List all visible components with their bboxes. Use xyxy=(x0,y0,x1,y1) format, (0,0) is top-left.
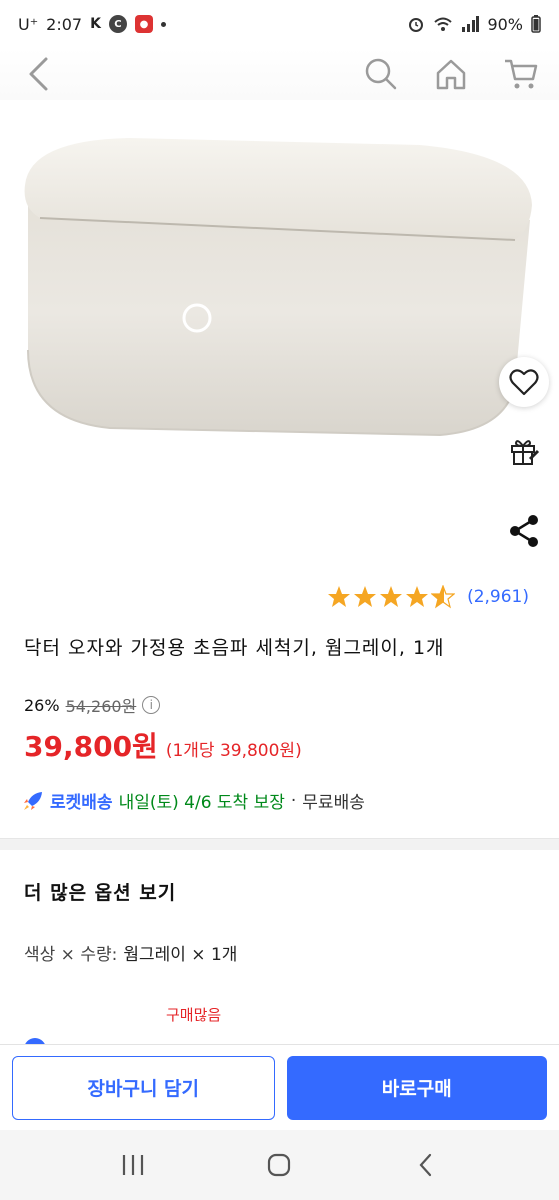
star-icon xyxy=(380,586,403,607)
popular-badge: 구매많음 xyxy=(166,1006,222,1024)
notification-app-icon: ● xyxy=(134,15,153,33)
gift-button[interactable] xyxy=(502,429,546,473)
option-label: 색상 × 수량: xyxy=(24,945,118,965)
buy-now-button[interactable]: 바로구매 xyxy=(286,1055,547,1120)
discount-rate: 26% xyxy=(24,695,60,715)
selected-option[interactable]: 색상 × 수량: 웜그레이 × 1개 xyxy=(24,940,237,965)
recent-apps-button[interactable] xyxy=(108,1140,158,1190)
unit-price: (1개당 39,800원) xyxy=(165,741,302,761)
free-shipping-label: 무료배송 xyxy=(302,793,365,813)
price-row: 39,800원 (1개당 39,800원) xyxy=(24,725,302,765)
wishlist-button[interactable] xyxy=(499,357,549,407)
info-icon[interactable]: i xyxy=(142,696,161,714)
star-icon xyxy=(328,586,351,607)
vpn-key-icon: K xyxy=(90,16,101,32)
rocket-delivery-label: 로켓배송 xyxy=(50,793,113,813)
add-to-cart-button[interactable]: 장바구니 담기 xyxy=(12,1055,275,1120)
share-button[interactable] xyxy=(502,509,546,553)
product-title: 닥터 오자와 가정용 초음파 세척기, 웜그레이, 1개 xyxy=(24,637,445,659)
original-price: 54,260원 xyxy=(65,697,137,716)
status-bar: U⁺ 2:07 K C ● 90% xyxy=(0,0,559,48)
system-navigation-bar xyxy=(0,1130,559,1200)
battery-percent: 90% xyxy=(487,14,523,34)
status-left: U⁺ 2:07 K C ● xyxy=(18,15,166,34)
discount-row: 26% 54,260원 i xyxy=(24,693,161,717)
section-divider xyxy=(0,838,559,850)
c-app-icon: C xyxy=(108,15,127,33)
back-button[interactable] xyxy=(18,54,58,94)
delivery-separator: · xyxy=(290,790,297,811)
sale-price: 39,800원 xyxy=(24,730,158,763)
home-button[interactable] xyxy=(431,54,471,94)
rocket-icon xyxy=(24,791,42,810)
home-system-button[interactable] xyxy=(254,1140,304,1190)
back-system-button[interactable] xyxy=(401,1140,451,1190)
star-icon xyxy=(406,586,429,607)
dot-icon xyxy=(160,21,166,27)
heart-icon xyxy=(509,369,539,396)
product-image-area[interactable] xyxy=(0,100,559,580)
back-arrow-icon xyxy=(29,57,48,91)
search-button[interactable] xyxy=(361,54,401,94)
more-options-title[interactable]: 더 많은 옵션 보기 xyxy=(24,878,176,905)
delivery-info: 로켓배송 내일(토) 4/6 도착 보장 · 무료배송 xyxy=(22,788,365,813)
status-right: 90% xyxy=(407,15,541,34)
gift-icon xyxy=(511,440,540,465)
wifi-icon xyxy=(434,17,453,31)
delivery-date: 내일(토) 4/6 도착 보장 xyxy=(118,793,285,813)
home-icon xyxy=(436,59,466,90)
carrier-label: U⁺ xyxy=(18,14,39,34)
top-navigation xyxy=(0,48,559,100)
recent-apps-icon xyxy=(123,1155,144,1175)
cart-button[interactable] xyxy=(501,54,541,94)
share-icon xyxy=(510,515,538,547)
battery-icon xyxy=(531,15,541,33)
back-chevron-icon xyxy=(419,1153,431,1177)
side-action-buttons xyxy=(489,357,559,553)
clock: 2:07 xyxy=(46,14,83,34)
cart-icon xyxy=(505,59,538,89)
home-circle-icon xyxy=(268,1153,291,1177)
star-rating xyxy=(327,585,456,609)
rating-row[interactable]: (2,961) xyxy=(327,585,529,609)
nav-actions xyxy=(361,54,541,94)
search-icon xyxy=(365,58,397,90)
star-icon xyxy=(354,586,377,607)
alarm-icon xyxy=(409,18,424,32)
signal-icon xyxy=(462,16,480,32)
option-value: 웜그레이 × 1개 xyxy=(123,945,238,965)
star-half-icon xyxy=(431,585,456,609)
rating-count[interactable]: (2,961) xyxy=(467,587,529,607)
product-image xyxy=(24,138,532,437)
purchase-bar: 장바구니 담기 바로구매 xyxy=(0,1044,559,1130)
